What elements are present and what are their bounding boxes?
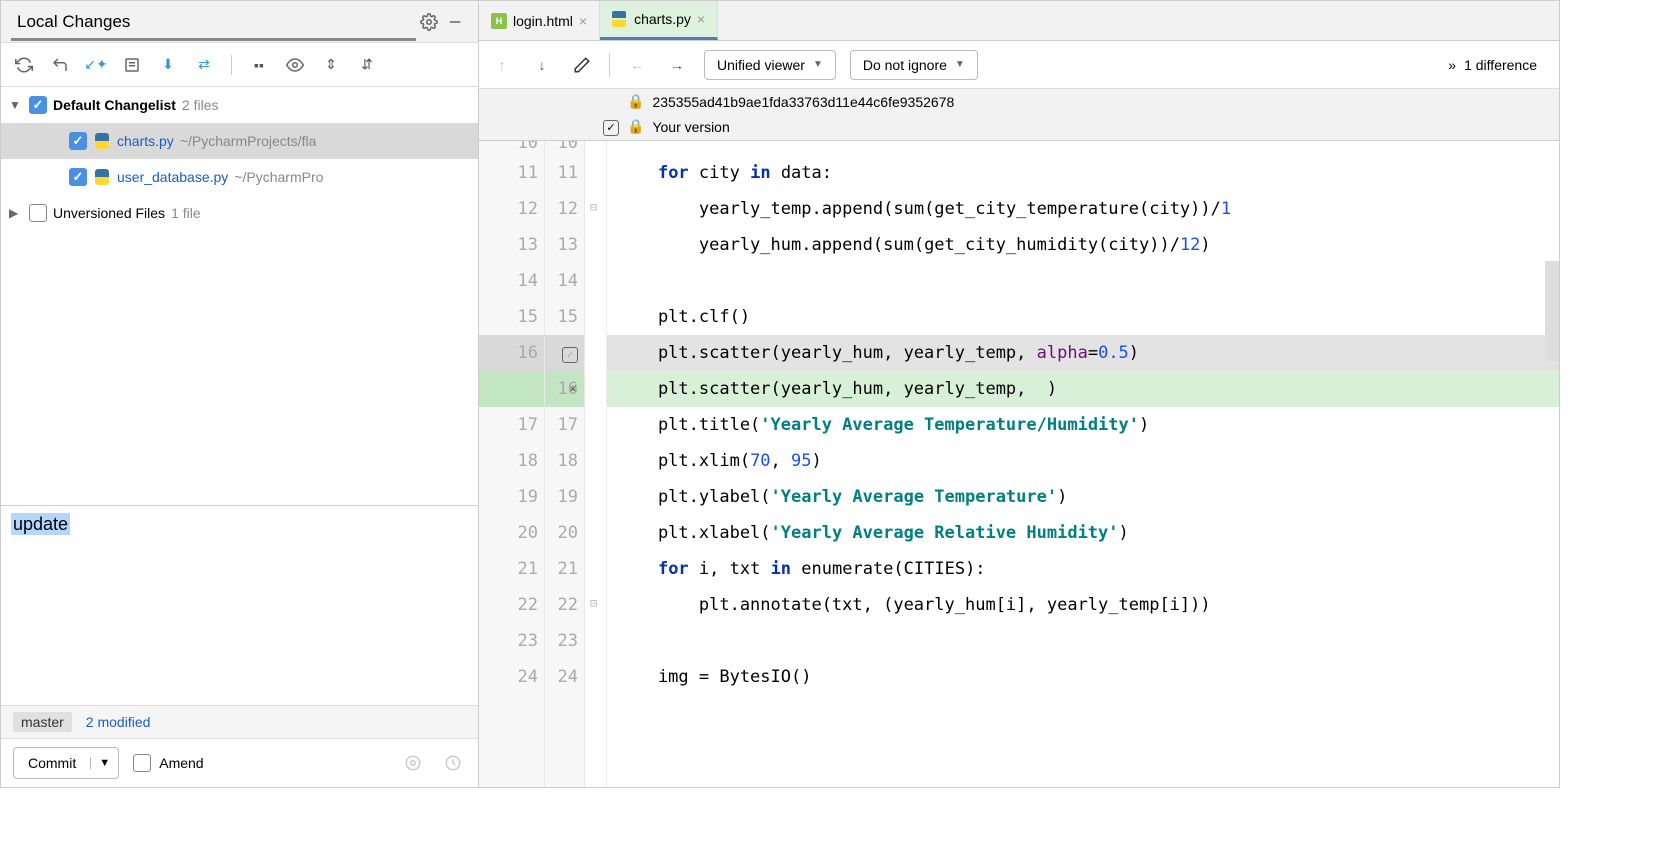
changelist-icon[interactable]: ⇄ — [191, 52, 217, 78]
changes-toolbar: ↙✦ ⬇ ⇄ ▪▪ ⇕ ⇵ — [1, 43, 478, 87]
expand-icon[interactable]: ⇕ — [318, 52, 344, 78]
expand-arrow-icon[interactable]: ▶ — [9, 206, 23, 220]
gear-icon[interactable] — [400, 750, 426, 776]
commit-message-text: update — [11, 513, 70, 535]
python-file-icon — [93, 132, 111, 150]
diff-count: » 1 difference — [1448, 57, 1549, 73]
unversioned-count: 1 file — [171, 205, 201, 221]
tab-charts-py[interactable]: charts.py × — [600, 1, 718, 40]
modified-link[interactable]: 2 modified — [86, 714, 151, 730]
history-icon[interactable] — [440, 750, 466, 776]
forward-icon[interactable]: → — [664, 52, 690, 78]
html-file-icon — [491, 13, 507, 29]
viewer-mode-dropdown[interactable]: Unified viewer ▼ — [704, 50, 836, 80]
diff-view[interactable]: 101112131415161718192021222324 101112131… — [479, 141, 1559, 788]
commit-bar: Commit ▼ Amend — [1, 738, 478, 787]
fold-margin: ⊟⊟ — [585, 141, 607, 788]
diff-toolbar: ↑ ↓ ← → Unified viewer ▼ Do not ignore ▼… — [479, 41, 1559, 89]
file-checkbox[interactable] — [69, 132, 87, 150]
ignore-mode-dropdown[interactable]: Do not ignore ▼ — [850, 50, 978, 80]
refresh-icon[interactable] — [11, 52, 37, 78]
gutter-right: 101112131415 ×161718192021222324 — [545, 141, 585, 788]
edit-icon[interactable] — [569, 52, 595, 78]
lock-icon: 🔒 — [627, 93, 644, 110]
file-name: user_database.py — [117, 169, 228, 185]
changelist-count: 2 files — [182, 97, 219, 113]
tab-login-html[interactable]: login.html × — [479, 1, 600, 40]
group-icon[interactable]: ▪▪ — [246, 52, 272, 78]
unversioned-node[interactable]: ▶ Unversioned Files 1 file — [1, 195, 478, 231]
unversioned-title: Unversioned Files — [53, 205, 165, 221]
include-line-checkbox[interactable] — [562, 347, 578, 363]
file-path: ~/PycharmProjects/fla — [180, 133, 317, 149]
your-version-label: Your version — [652, 119, 729, 135]
editor-panel: login.html × charts.py × ↑ ↓ ← → Unified… — [479, 1, 1559, 787]
file-name: charts.py — [117, 133, 174, 149]
changelist-title: Default Changelist — [53, 97, 176, 113]
lock-icon: 🔒 — [627, 118, 644, 135]
collapse-icon[interactable]: ⇵ — [354, 52, 380, 78]
prev-diff-icon[interactable]: ↑ — [489, 52, 515, 78]
commit-button[interactable]: Commit ▼ — [13, 747, 119, 779]
editor-tabs: login.html × charts.py × — [479, 1, 1559, 41]
scrollbar[interactable] — [1545, 261, 1559, 361]
gutter-left: 101112131415161718192021222324 — [479, 141, 545, 788]
amend-checkbox[interactable]: Amend — [133, 754, 203, 772]
branch-badge: master — [13, 712, 72, 732]
changelist-checkbox[interactable] — [29, 96, 47, 114]
changes-tree: ▼ Default Changelist 2 files charts.py ~… — [1, 87, 478, 505]
python-file-icon — [93, 168, 111, 186]
close-icon[interactable]: × — [697, 11, 705, 27]
unversioned-checkbox[interactable] — [29, 204, 47, 222]
shelve-icon[interactable]: ⬇ — [155, 52, 181, 78]
update-icon[interactable]: ↙✦ — [83, 52, 109, 78]
file-row[interactable]: charts.py ~/PycharmProjects/fla — [1, 123, 478, 159]
back-icon[interactable]: ← — [624, 52, 650, 78]
more-icon[interactable]: » — [1448, 57, 1456, 73]
commit-message-field[interactable]: update — [1, 505, 478, 705]
next-diff-icon[interactable]: ↓ — [529, 52, 555, 78]
file-path: ~/PycharmPro — [234, 169, 323, 185]
chevron-down-icon: ▼ — [955, 59, 965, 70]
separator — [231, 55, 232, 75]
local-changes-panel: Local Changes ↙✦ ⬇ ⇄ ▪▪ ⇕ ⇵ ▼ Default Ch… — [1, 1, 479, 787]
file-row[interactable]: user_database.py ~/PycharmPro — [1, 159, 478, 195]
status-bar: master 2 modified — [1, 705, 478, 738]
expand-arrow-icon[interactable]: ▼ — [9, 98, 23, 112]
diff-icon[interactable] — [119, 52, 145, 78]
code-content[interactable]: for city in data: yearly_temp.append(sum… — [607, 141, 1559, 788]
commit-hash: 235355ad41b9ae1fda33763d11e44c6fe9352678 — [652, 94, 954, 110]
chevron-down-icon: ▼ — [813, 59, 823, 70]
commit-dropdown-icon[interactable]: ▼ — [90, 757, 118, 769]
preview-icon[interactable] — [282, 52, 308, 78]
close-icon[interactable]: × — [579, 13, 587, 29]
file-checkbox[interactable] — [69, 168, 87, 186]
changelist-node[interactable]: ▼ Default Changelist 2 files — [1, 87, 478, 123]
panel-title: Local Changes — [11, 12, 416, 41]
amend-check[interactable] — [133, 754, 151, 772]
include-line-checkbox[interactable] — [603, 120, 619, 136]
rollback-icon[interactable] — [47, 52, 73, 78]
diff-header: 🔒 235355ad41b9ae1fda33763d11e44c6fe93526… — [479, 89, 1559, 141]
python-file-icon — [612, 11, 628, 27]
panel-header: Local Changes — [1, 1, 478, 43]
separator — [609, 53, 610, 77]
minimize-icon[interactable] — [442, 9, 468, 35]
gear-icon[interactable] — [416, 9, 442, 35]
